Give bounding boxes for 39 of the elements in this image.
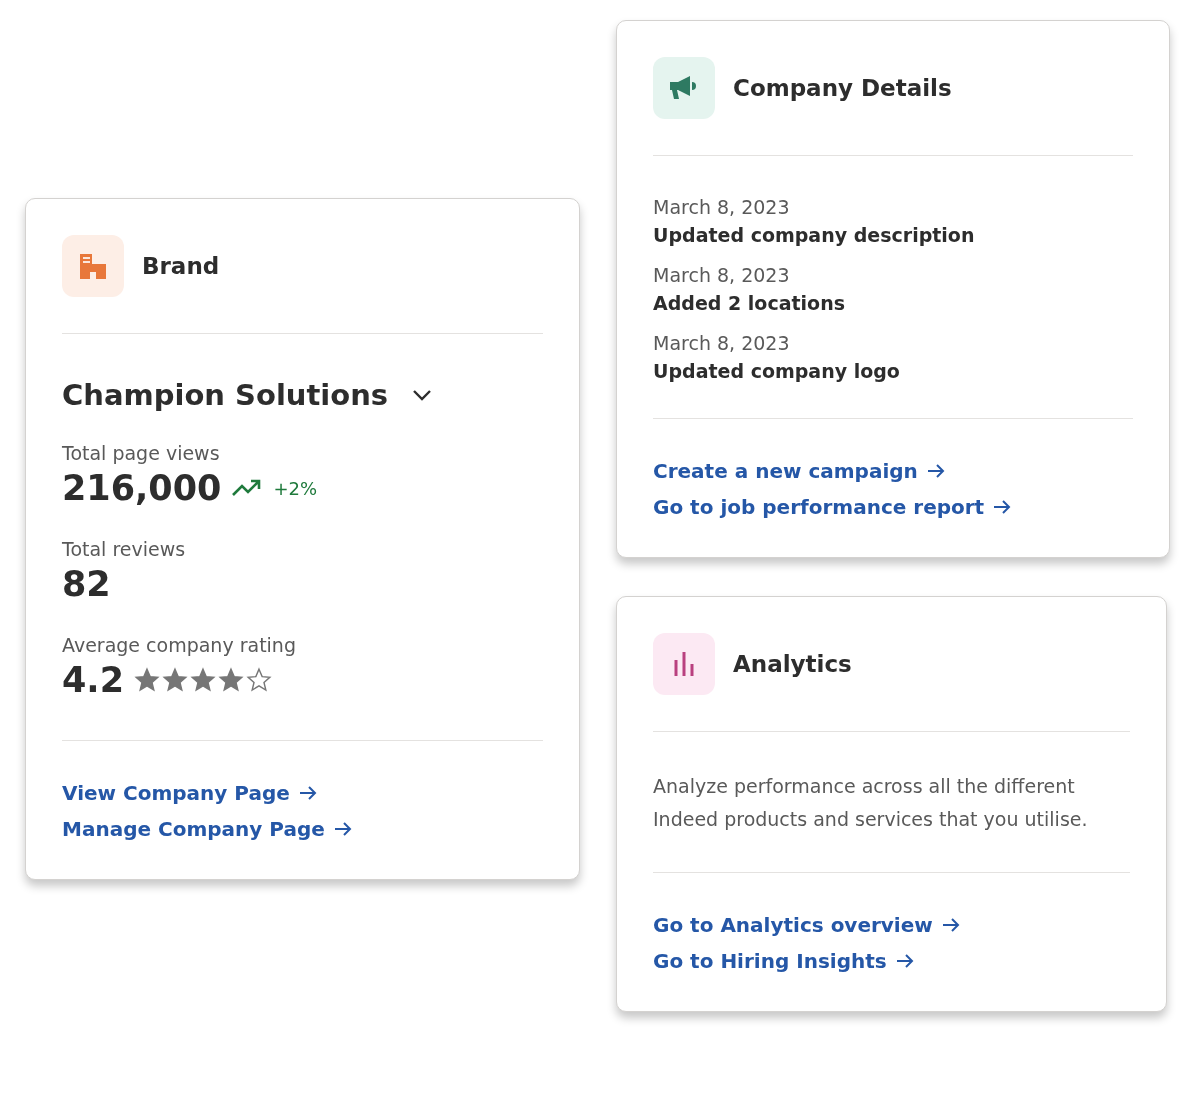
card-link[interactable]: Go to Analytics overview: [653, 913, 961, 937]
arrow-right-icon: [894, 953, 915, 969]
activity-text: Added 2 locations: [653, 292, 846, 314]
card-link[interactable]: Manage Company Page: [62, 817, 353, 841]
chevron-down-icon[interactable]: [412, 389, 433, 401]
star-icon: [246, 667, 272, 693]
trend-percentage: +2%: [273, 477, 318, 499]
company-name: Champion Solutions: [62, 378, 389, 412]
metric-label: Average company rating: [62, 634, 297, 656]
metric-value: 82: [62, 564, 111, 604]
card-link[interactable]: View Company Page: [62, 781, 318, 805]
analytics-description: Analyze performance across all the different Indeed products and services that you utilise.: [653, 774, 1089, 832]
metric-value: 216,000: [62, 468, 222, 508]
bar-chart-icon: [653, 633, 715, 695]
star-icon: [190, 667, 216, 693]
card-link[interactable]: Go to Hiring Insights: [653, 949, 915, 973]
building-icon: [62, 235, 124, 297]
arrow-right-icon: [992, 499, 1013, 515]
activity-date: March 8, 2023: [653, 332, 791, 354]
activity-text: Updated company description: [653, 224, 976, 246]
arrow-right-icon: [925, 463, 946, 479]
star-icon: [162, 667, 188, 693]
activity-date: March 8, 2023: [653, 264, 791, 286]
activity-text: Updated company logo: [653, 360, 901, 382]
card-link[interactable]: Create a new campaign: [653, 459, 946, 483]
metric-label: Total page views: [62, 442, 221, 464]
star-icon: [134, 667, 160, 693]
arrow-right-icon: [297, 785, 318, 801]
card-title: Company Details: [733, 75, 952, 101]
rating-value: 4.2: [62, 660, 124, 700]
card-title: Brand: [142, 253, 220, 279]
star-icon: [218, 667, 244, 693]
activity-date: March 8, 2023: [653, 196, 791, 218]
card-link[interactable]: Go to job performance report: [653, 495, 1013, 519]
card-title: Analytics: [733, 651, 852, 677]
arrow-right-icon: [332, 821, 353, 837]
megaphone-icon: [653, 57, 715, 119]
metric-label: Total reviews: [62, 538, 187, 560]
arrow-right-icon: [940, 917, 961, 933]
